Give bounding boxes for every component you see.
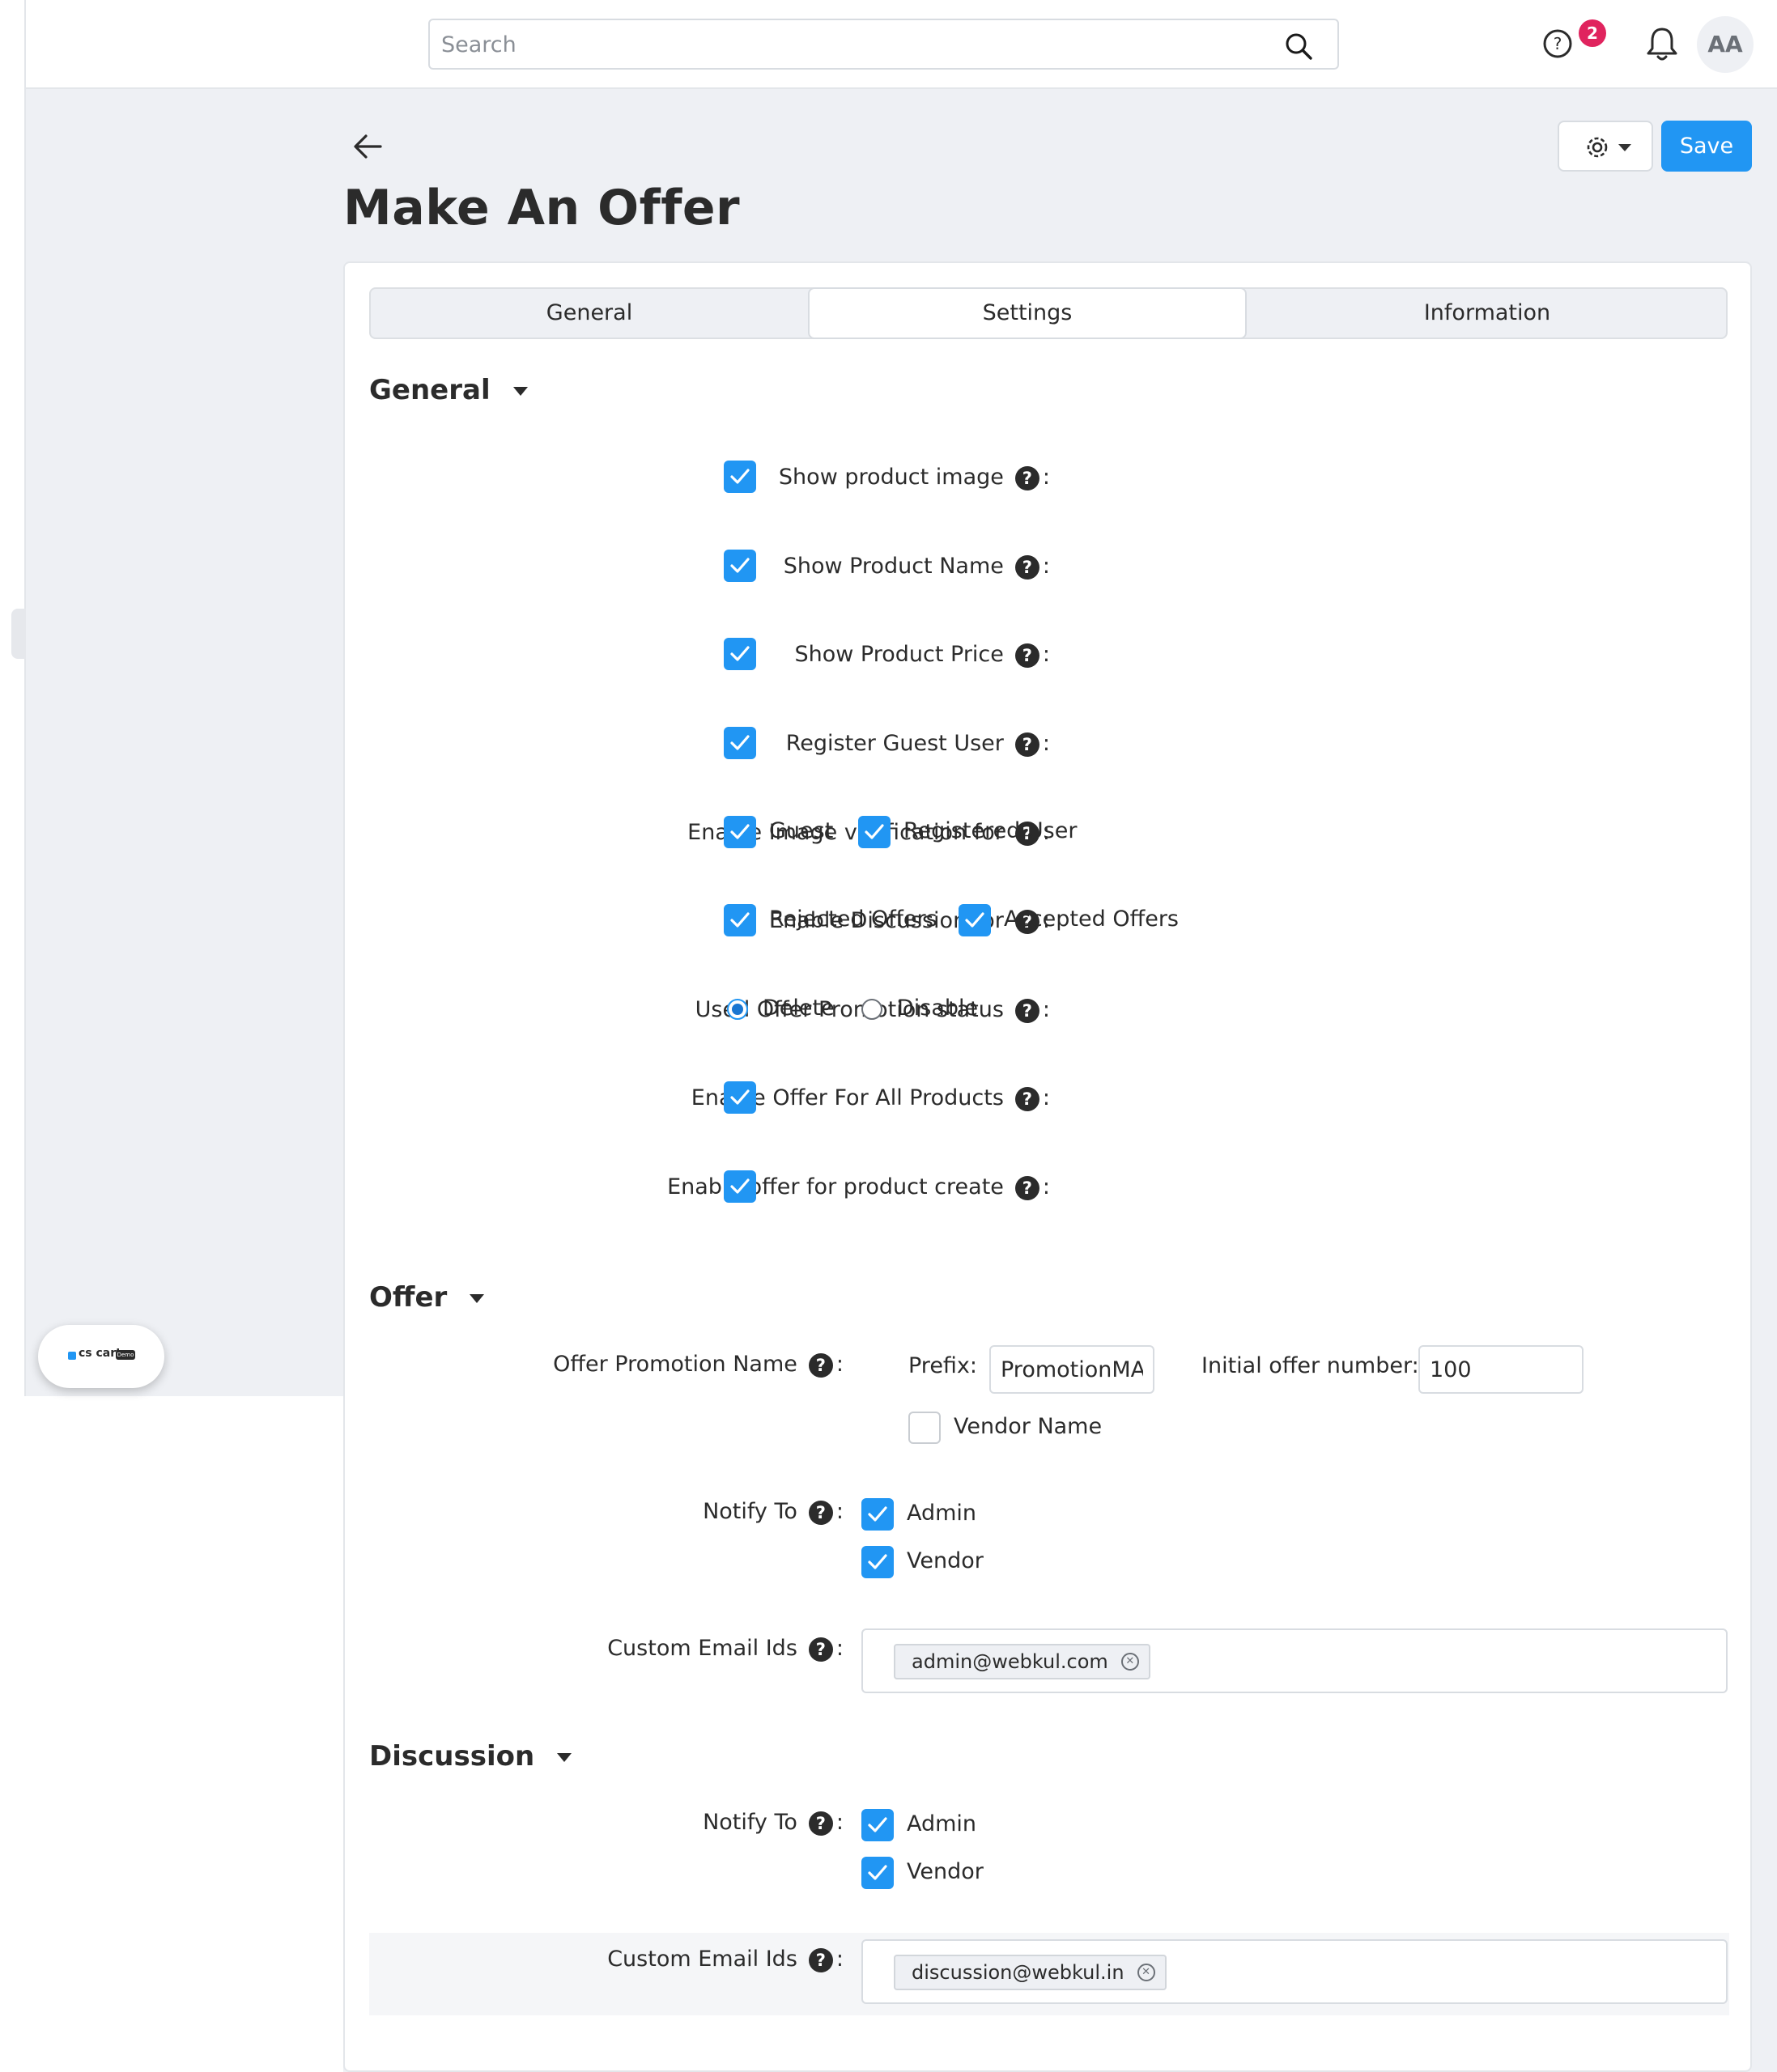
help-icon[interactable]: ?: [808, 1947, 833, 1972]
page-title: Make An Offer: [343, 180, 741, 236]
prefix-label: Prefix:: [908, 1353, 978, 1378]
radio-label: Delete: [763, 996, 835, 1021]
tab-settings[interactable]: Settings: [808, 287, 1247, 339]
setting-checkbox[interactable]: [724, 550, 756, 582]
left-rail: [0, 0, 26, 1396]
offer-promotion-name-label: Offer Promotion Name?:: [553, 1352, 844, 1378]
initial-offer-number-input[interactable]: [1418, 1345, 1584, 1394]
cs-cart-logo-text: cs cart: [79, 1347, 121, 1360]
cs-cart-widget[interactable]: cs cart Demo: [38, 1325, 164, 1388]
help-icon[interactable]: ?: [1014, 732, 1039, 757]
discussion-notify-admin-checkbox[interactable]: [861, 1809, 894, 1841]
settings-card: General Settings Information General Sho…: [343, 261, 1752, 2072]
email-tag: discussion@webkul.in ✕: [894, 1955, 1167, 1990]
offer-notify-to-label: Notify To?:: [703, 1499, 844, 1525]
save-button[interactable]: Save: [1661, 121, 1752, 172]
general-row-label: Show product image?:: [778, 465, 1050, 490]
offer-heading: Offer: [369, 1281, 448, 1314]
top-bar: ? 2 AA: [26, 0, 1777, 89]
status-radio[interactable]: [861, 999, 882, 1020]
radio-label: Disable: [897, 996, 979, 1021]
option-label: Accepted Offers: [1004, 906, 1179, 932]
help-icon[interactable]: ?: [1014, 643, 1039, 668]
email-tag: admin@webkul.com ✕: [894, 1644, 1150, 1679]
offer-notify-vendor-checkbox[interactable]: [861, 1546, 894, 1578]
setting-checkbox[interactable]: [724, 1081, 756, 1114]
discussion-notify-admin-label: Admin: [907, 1811, 977, 1836]
chevron-down-icon: [1618, 144, 1631, 151]
help-icon[interactable]: ?: [1540, 24, 1580, 65]
help-icon[interactable]: ?: [808, 1500, 833, 1525]
offer-custom-email-label: Custom Email Ids?:: [607, 1636, 844, 1662]
remove-tag-icon[interactable]: ✕: [1120, 1653, 1139, 1671]
caret-down-icon: [470, 1294, 485, 1303]
option-label: Registered User: [903, 818, 1078, 843]
status-radio[interactable]: [727, 999, 748, 1020]
setting-checkbox[interactable]: [724, 461, 756, 493]
setting-checkbox[interactable]: [724, 638, 756, 670]
gear-icon: [1587, 137, 1608, 158]
demo-tag: Demo: [116, 1350, 135, 1360]
help-icon[interactable]: ?: [1014, 1086, 1039, 1111]
offer-notify-admin-checkbox[interactable]: [861, 1498, 894, 1531]
remove-tag-icon[interactable]: ✕: [1137, 1964, 1155, 1981]
setting-checkbox[interactable]: [724, 727, 756, 759]
discussion-notify-vendor-label: Vendor: [907, 1859, 984, 1884]
offer-notify-admin-label: Admin: [907, 1501, 977, 1526]
general-section-header[interactable]: General: [369, 374, 528, 406]
discussion-custom-email-field[interactable]: discussion@webkul.in ✕: [861, 1939, 1728, 2004]
help-icon[interactable]: ?: [1014, 1175, 1039, 1200]
help-icon[interactable]: ?: [808, 1637, 833, 1662]
setting-checkbox[interactable]: [724, 1170, 756, 1203]
sidebar-toggle-tab[interactable]: [11, 609, 26, 659]
search-input[interactable]: [441, 28, 1251, 61]
help-icon[interactable]: ?: [808, 1352, 833, 1378]
option-checkbox[interactable]: [858, 816, 891, 848]
cs-cart-logo-icon: [68, 1352, 76, 1360]
bell-icon[interactable]: [1643, 24, 1681, 63]
option-label: Guest: [769, 818, 834, 843]
prefix-input[interactable]: [989, 1345, 1154, 1394]
help-icon[interactable]: ?: [808, 1811, 833, 1836]
search-icon[interactable]: [1284, 32, 1313, 61]
caret-down-icon: [557, 1753, 572, 1762]
offer-section-header[interactable]: Offer: [369, 1281, 485, 1314]
notification-badge: 2: [1579, 19, 1606, 47]
tab-information[interactable]: Information: [1247, 289, 1728, 338]
bottom-left-overlay: [0, 1396, 343, 2072]
option-checkbox[interactable]: [724, 816, 756, 848]
general-row-label: Register Guest User?:: [785, 731, 1050, 757]
user-avatar[interactable]: AA: [1697, 16, 1754, 73]
option-checkbox[interactable]: [724, 904, 756, 936]
caret-down-icon: [512, 387, 528, 396]
general-heading: General: [369, 374, 491, 406]
general-row-label: Show Product Name?:: [783, 554, 1050, 580]
discussion-section-header[interactable]: Discussion: [369, 1740, 572, 1773]
search-box[interactable]: [428, 19, 1339, 70]
help-icon[interactable]: ?: [1014, 465, 1039, 490]
tab-bar: General Settings Information: [369, 287, 1728, 339]
initial-offer-number-label: Initial offer number:: [1201, 1353, 1419, 1378]
discussion-notify-to-label: Notify To?:: [703, 1810, 844, 1836]
tab-general[interactable]: General: [371, 289, 808, 338]
back-arrow-icon[interactable]: [351, 132, 384, 161]
svg-text:?: ?: [1554, 34, 1562, 53]
option-checkbox[interactable]: [959, 904, 991, 936]
vendor-name-checkbox[interactable]: [908, 1412, 941, 1444]
general-row-label: Show Product Price?:: [794, 642, 1050, 668]
offer-notify-vendor-label: Vendor: [907, 1548, 984, 1573]
help-icon[interactable]: ?: [1014, 998, 1039, 1023]
help-icon[interactable]: ?: [1014, 554, 1039, 580]
offer-custom-email-field[interactable]: admin@webkul.com ✕: [861, 1628, 1728, 1693]
option-label: Rejected Offers: [769, 906, 937, 932]
discussion-notify-vendor-checkbox[interactable]: [861, 1857, 894, 1889]
vendor-name-label: Vendor Name: [954, 1414, 1103, 1439]
discussion-custom-email-label: Custom Email Ids?:: [607, 1947, 844, 1972]
settings-dropdown-button[interactable]: [1558, 121, 1653, 172]
discussion-heading: Discussion: [369, 1740, 535, 1773]
